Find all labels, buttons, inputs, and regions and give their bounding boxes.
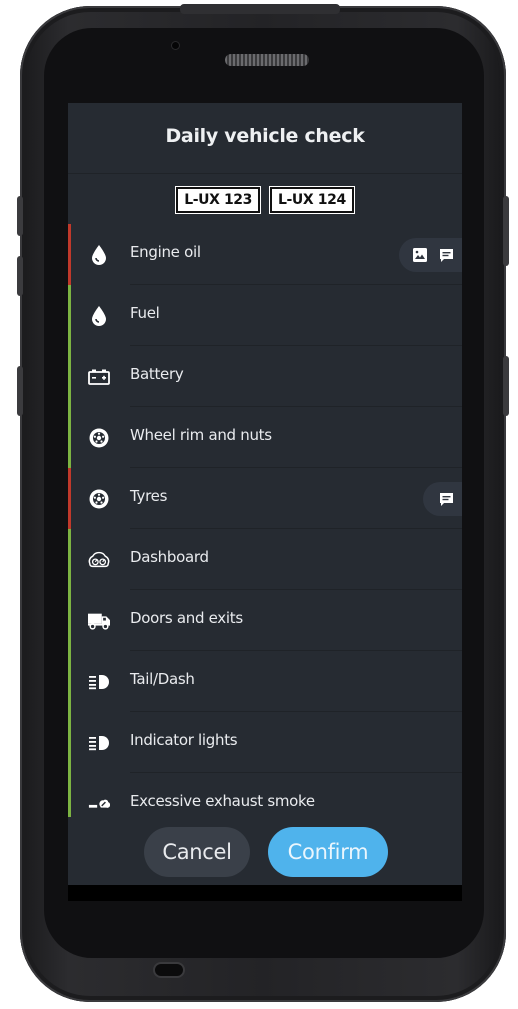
headlight-icon	[88, 671, 110, 693]
list-item[interactable]: Indicator lights	[68, 712, 462, 773]
status-indicator-ok	[68, 590, 71, 651]
power-button	[503, 356, 509, 416]
scan-key	[17, 366, 23, 416]
check-list: Engine oil Fuel Battery Wheel rim and nu…	[68, 224, 462, 834]
action-bar: Cancel Confirm	[68, 817, 462, 885]
attachment-actions	[423, 482, 462, 516]
status-indicator-ok	[68, 651, 71, 712]
status-indicator-ok	[68, 285, 71, 346]
status-indicator-fail	[68, 224, 71, 285]
status-indicator-ok	[68, 407, 71, 468]
list-item[interactable]: Tail/Dash	[68, 651, 462, 712]
list-item[interactable]: Doors and exits	[68, 590, 462, 651]
truck-icon	[88, 610, 110, 632]
list-item[interactable]: Tyres	[68, 468, 462, 529]
list-item-label: Wheel rim and nuts	[130, 426, 272, 444]
comment-icon[interactable]	[439, 492, 454, 507]
screen-bottom-edge	[68, 885, 462, 901]
list-item-label: Dashboard	[130, 548, 209, 566]
attachment-actions	[399, 238, 462, 272]
side-key	[17, 196, 23, 236]
comment-icon[interactable]	[439, 248, 454, 263]
list-item-label: Engine oil	[130, 243, 201, 261]
oil-drop-icon	[88, 244, 110, 266]
plate-selector: L-UX 123 L-UX 124	[68, 186, 462, 214]
list-item-label: Indicator lights	[130, 731, 238, 749]
status-indicator-ok	[68, 529, 71, 590]
battery-icon	[88, 366, 110, 388]
dashboard-icon	[88, 549, 110, 571]
app-screen: Daily vehicle check L-UX 123 L-UX 124 En…	[68, 103, 462, 885]
list-item[interactable]: Wheel rim and nuts	[68, 407, 462, 468]
list-item-label: Doors and exits	[130, 609, 243, 627]
status-indicator-fail	[68, 468, 71, 529]
front-camera	[172, 42, 179, 49]
status-indicator-ok	[68, 346, 71, 407]
wheel-icon	[88, 427, 110, 449]
top-button	[180, 4, 340, 14]
status-indicator-ok	[68, 712, 71, 773]
list-item-label: Excessive exhaust smoke	[130, 792, 315, 810]
list-item[interactable]: Dashboard	[68, 529, 462, 590]
cancel-button[interactable]: Cancel	[144, 827, 250, 877]
list-item-label: Tail/Dash	[130, 670, 195, 688]
divider	[68, 173, 462, 174]
side-key	[17, 256, 23, 296]
list-item[interactable]: Engine oil	[68, 224, 462, 285]
page-title: Daily vehicle check	[165, 125, 365, 147]
tyre-icon	[88, 488, 110, 510]
usb-port	[155, 964, 183, 976]
indicator-light-icon	[88, 732, 110, 754]
image-icon[interactable]	[413, 248, 427, 262]
list-item-label: Fuel	[130, 304, 160, 322]
plate-tag[interactable]: L-UX 124	[269, 186, 355, 214]
exhaust-icon	[88, 793, 110, 815]
list-item[interactable]: Fuel	[68, 285, 462, 346]
list-item-label: Battery	[130, 365, 184, 383]
fuel-drop-icon	[88, 305, 110, 327]
plate-tag[interactable]: L-UX 123	[175, 186, 261, 214]
volume-button	[503, 196, 509, 266]
list-item-label: Tyres	[130, 487, 168, 505]
earpiece-speaker	[225, 54, 309, 66]
list-item[interactable]: Battery	[68, 346, 462, 407]
confirm-button[interactable]: Confirm	[268, 827, 388, 877]
